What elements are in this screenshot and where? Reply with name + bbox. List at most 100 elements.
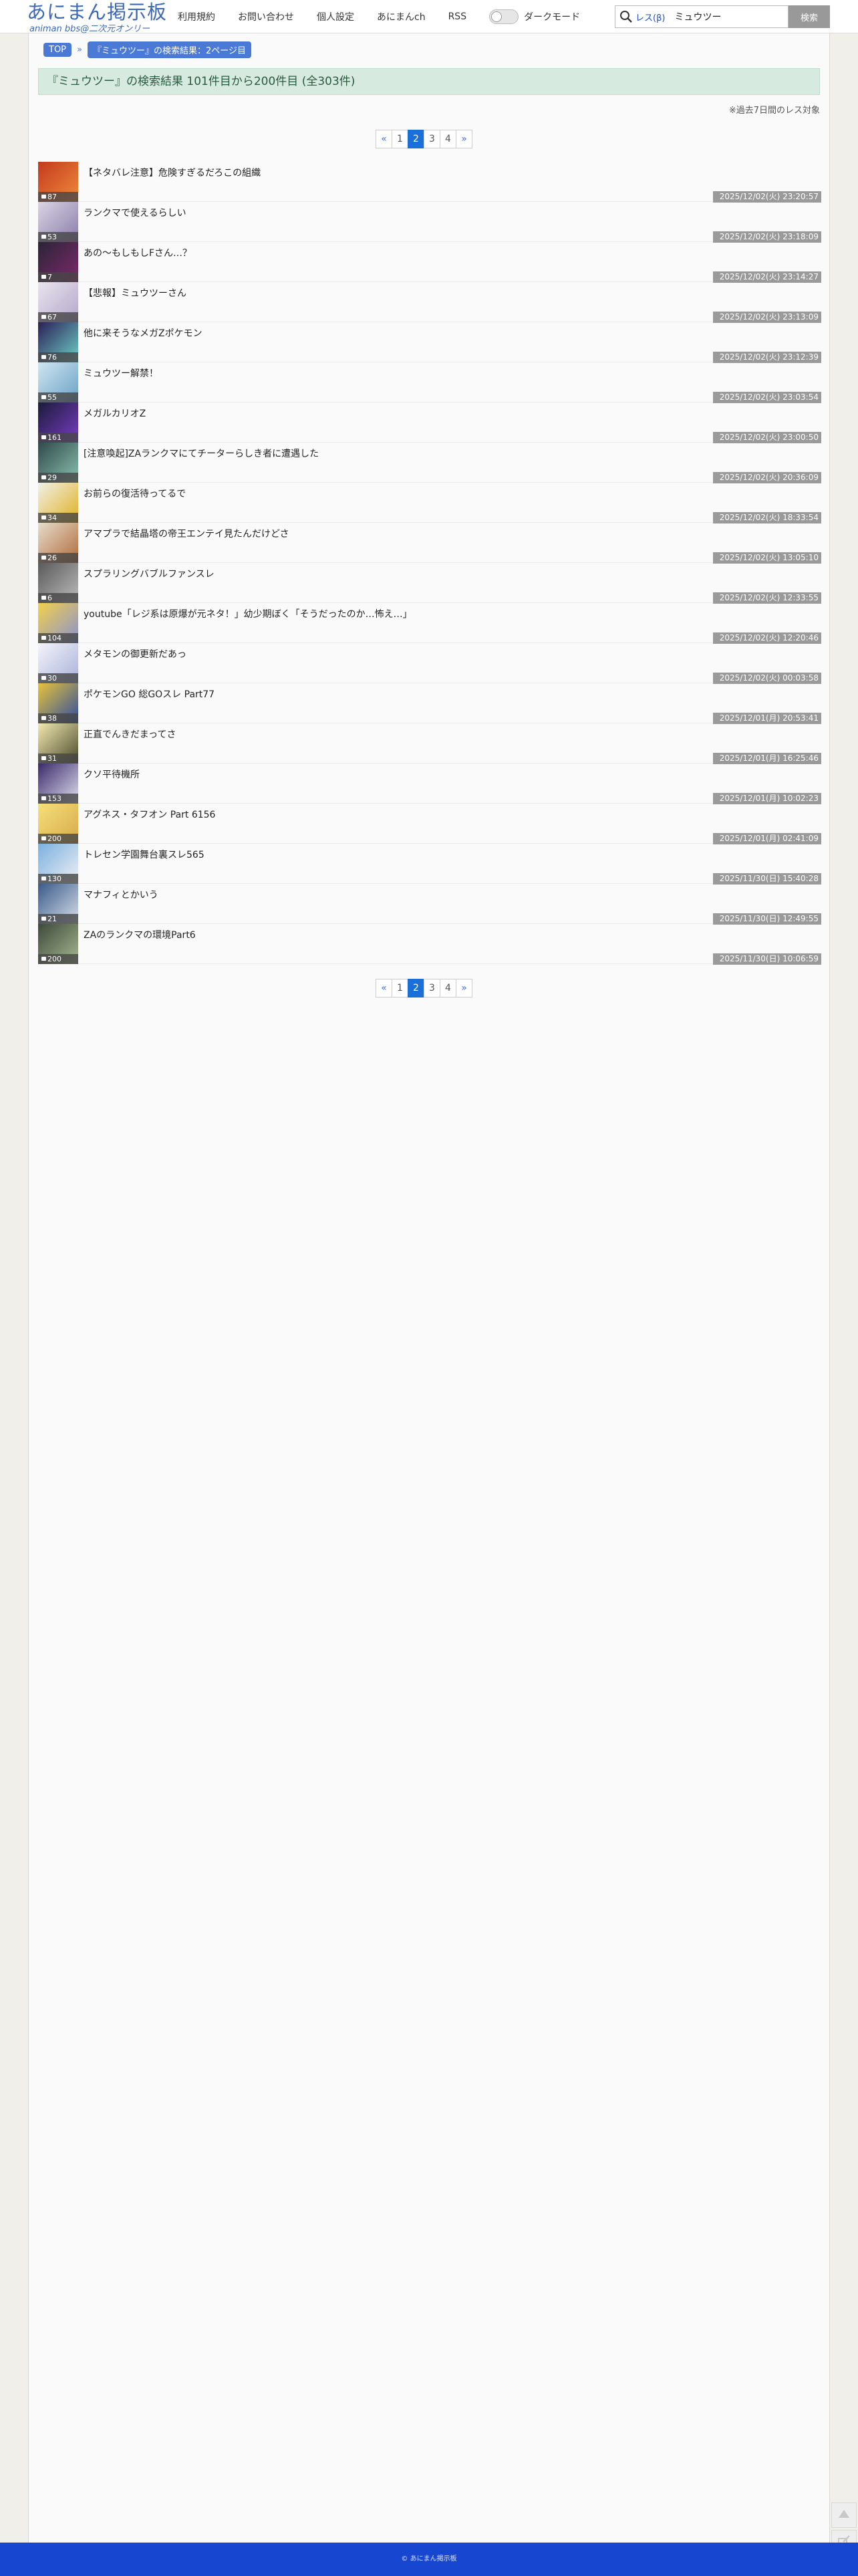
thread-row[interactable]: 87 【ネタバレ注意】危険すぎるだろこの組織 2025/12/02(火) 23:20…: [38, 162, 821, 203]
reply-count: 200: [38, 954, 78, 964]
thread-title[interactable]: スプラリングバブルファンスレ: [84, 567, 214, 580]
search-button[interactable]: 検索: [789, 5, 830, 28]
thread-row[interactable]: 53 ランクマで使えるらしい 2025/12/02(火) 23:18:09: [38, 202, 821, 243]
thread-date: 2025/12/02(火) 23:13:09: [713, 312, 821, 323]
thread-row[interactable]: 104 youtube「レジ系は原爆が元ネタ！」幼少期ぼく「そうだったのか…怖え……: [38, 603, 821, 644]
site-logo[interactable]: あにまん掲示板 animan bbs@二次元オンリー: [27, 1, 168, 34]
main-content: TOP » 『ミュウツー』の検索結果：2ページ目 『ミュウツー』の検索結果 10…: [28, 33, 830, 2543]
pager-page-4[interactable]: 4: [440, 979, 456, 998]
thread-title[interactable]: ポケモンGO 総GOスレ Part77: [84, 687, 214, 701]
thread-date: 2025/12/02(火) 12:33:55: [713, 592, 821, 604]
thread-row[interactable]: 21 マナフィとかいう 2025/11/30(日) 12:49:55: [38, 884, 821, 925]
pager-page-1[interactable]: 1: [392, 979, 408, 998]
thread-title[interactable]: お前らの復活待ってるで: [84, 487, 186, 500]
thread-date: 2025/12/02(火) 23:14:27: [713, 271, 821, 283]
nav-animanch[interactable]: あにまんch: [377, 10, 426, 23]
thread-title[interactable]: マナフィとかいう: [84, 888, 158, 901]
thread-row[interactable]: 76 他に来そうなメガZポケモン 2025/12/02(火) 23:12:39: [38, 322, 821, 363]
logo-title: あにまん掲示板: [27, 1, 168, 23]
reply-count: 30: [38, 673, 78, 683]
pager-prev-button[interactable]: «: [376, 979, 392, 998]
thread-date: 2025/12/02(火) 23:18:09: [713, 231, 821, 243]
thread-title[interactable]: メガルカリオZ: [84, 406, 146, 420]
reply-count: 53: [38, 232, 78, 242]
thread-row[interactable]: 26 アマプラで結晶塔の帝王エンテイ見たんだけどさ 2025/12/02(火) 13…: [38, 523, 821, 564]
pager-next-button[interactable]: »: [456, 130, 472, 148]
thread-title[interactable]: 他に来そうなメガZポケモン: [84, 326, 202, 340]
pager-page-2[interactable]: 2: [408, 979, 424, 998]
thread-title[interactable]: youtube「レジ系は原爆が元ネタ！」幼少期ぼく「そうだったのか…怖え…」: [84, 607, 412, 620]
search-scope-note: ※過去7日間のレス対象: [728, 106, 820, 116]
search-scope-select[interactable]: レス(β): [635, 11, 665, 23]
thread-title[interactable]: アグネス・タフオン Part 6156: [84, 808, 215, 821]
thread-thumbnail: 6: [38, 563, 78, 603]
thread-title[interactable]: メタモンの御更新だあっ: [84, 647, 186, 661]
pager-page-4[interactable]: 4: [440, 130, 456, 148]
thread-row[interactable]: 161 メガルカリオZ 2025/12/02(火) 23:00:50: [38, 402, 821, 443]
thread-title[interactable]: [注意喚起]ZAランクマにてチーターらしき者に遭遇した: [84, 447, 319, 460]
pager-page-3[interactable]: 3: [424, 979, 440, 998]
thread-date: 2025/11/30(日) 10:06:59: [713, 953, 821, 965]
reply-count: 26: [38, 553, 78, 563]
thread-date: 2025/12/01(月) 10:02:23: [713, 793, 821, 804]
pagination-top: « 1 2 3 4 »: [376, 130, 472, 148]
thread-row[interactable]: 67 【悲報】ミュウツーさん 2025/12/02(火) 23:13:09: [38, 282, 821, 323]
nav-rss[interactable]: RSS: [448, 11, 467, 22]
nav-contact[interactable]: お問い合わせ: [238, 10, 294, 23]
thread-title[interactable]: 【ネタバレ注意】危険すぎるだろこの組織: [84, 166, 261, 179]
nav-terms[interactable]: 利用規約: [178, 10, 215, 23]
thread-title[interactable]: ZAのランクマの環境Part6: [84, 928, 196, 941]
reply-count: 76: [38, 352, 78, 362]
reply-count: 34: [38, 513, 78, 523]
pager-prev-button[interactable]: «: [376, 130, 392, 148]
thread-row[interactable]: 34 お前らの復活待ってるで 2025/12/02(火) 18:33:54: [38, 483, 821, 523]
search-box: レス(β): [615, 5, 789, 28]
dark-mode-toggle[interactable]: [489, 9, 519, 24]
thread-thumbnail: 161: [38, 402, 78, 443]
thread-thumbnail: 67: [38, 282, 78, 322]
scroll-top-button[interactable]: [831, 2502, 857, 2528]
breadcrumb-top[interactable]: TOP: [43, 43, 72, 57]
reply-count: 29: [38, 473, 78, 483]
thread-date: 2025/12/01(月) 20:53:41: [713, 713, 821, 724]
thread-date: 2025/12/02(火) 23:12:39: [713, 352, 821, 363]
thread-title[interactable]: アマプラで結晶塔の帝王エンテイ見たんだけどさ: [84, 527, 289, 540]
breadcrumb-current[interactable]: 『ミュウツー』の検索結果：2ページ目: [87, 41, 251, 58]
logo-subtitle: animan bbs@二次元オンリー: [29, 24, 150, 34]
thread-list: 87 【ネタバレ注意】危険すぎるだろこの組織 2025/12/02(火) 23:20…: [38, 162, 821, 965]
breadcrumb-separator: »: [77, 45, 82, 55]
pager-next-button[interactable]: »: [456, 979, 472, 998]
thread-row[interactable]: 6 スプラリングバブルファンスレ 2025/12/02(火) 12:33:55: [38, 563, 821, 604]
pager-page-1[interactable]: 1: [392, 130, 408, 148]
thread-row[interactable]: 200 アグネス・タフオン Part 6156 2025/12/01(月) 02:4…: [38, 804, 821, 844]
thread-thumbnail: 153: [38, 764, 78, 804]
thread-title[interactable]: トレセン学園舞台裏スレ565: [84, 848, 204, 861]
pager-page-2[interactable]: 2: [408, 130, 424, 148]
thread-title[interactable]: 正直でんきだまってさ: [84, 727, 176, 741]
nav-settings[interactable]: 個人設定: [317, 10, 354, 23]
result-banner: 『ミュウツー』の検索結果 101件目から200件目 (全303件): [38, 68, 820, 95]
thread-row[interactable]: 130 トレセン学園舞台裏スレ565 2025/11/30(日) 15:40:28: [38, 844, 821, 885]
thread-row[interactable]: 30 メタモンの御更新だあっ 2025/12/02(火) 00:03:58: [38, 643, 821, 684]
thread-row[interactable]: 7 あの〜もしもしFさん…？ 2025/12/02(火) 23:14:27: [38, 242, 821, 283]
thread-title[interactable]: クソ平待機所: [84, 768, 140, 781]
dark-mode-label: ダークモード: [524, 12, 581, 23]
thread-row[interactable]: 31 正直でんきだまってさ 2025/12/01(月) 16:25:46: [38, 723, 821, 764]
thread-title[interactable]: 【悲報】ミュウツーさん: [84, 286, 186, 300]
pager-page-3[interactable]: 3: [424, 130, 440, 148]
thread-row[interactable]: 200 ZAのランクマの環境Part6 2025/11/30(日) 10:06:59: [38, 924, 821, 965]
thread-row[interactable]: 55 ミュウツー解禁！ 2025/12/02(火) 23:03:54: [38, 362, 821, 403]
thread-row[interactable]: 153 クソ平待機所 2025/12/01(月) 10:02:23: [38, 764, 821, 804]
thread-date: 2025/11/30(日) 12:49:55: [713, 913, 821, 925]
search-input[interactable]: [674, 7, 768, 27]
thread-title[interactable]: あの〜もしもしFさん…？: [84, 246, 192, 259]
thread-row[interactable]: 38 ポケモンGO 総GOスレ Part77 2025/12/01(月) 20:53…: [38, 683, 821, 724]
thread-row[interactable]: 29 [注意喚起]ZAランクマにてチーターらしき者に遭遇した 2025/12/02(…: [38, 443, 821, 483]
reply-count: 38: [38, 713, 78, 723]
thread-thumbnail: 7: [38, 242, 78, 282]
thread-title[interactable]: ミュウツー解禁！: [84, 366, 158, 380]
thread-thumbnail: 53: [38, 202, 78, 242]
reply-count: 200: [38, 834, 78, 844]
thread-thumbnail: 31: [38, 723, 78, 764]
thread-title[interactable]: ランクマで使えるらしい: [84, 206, 186, 219]
